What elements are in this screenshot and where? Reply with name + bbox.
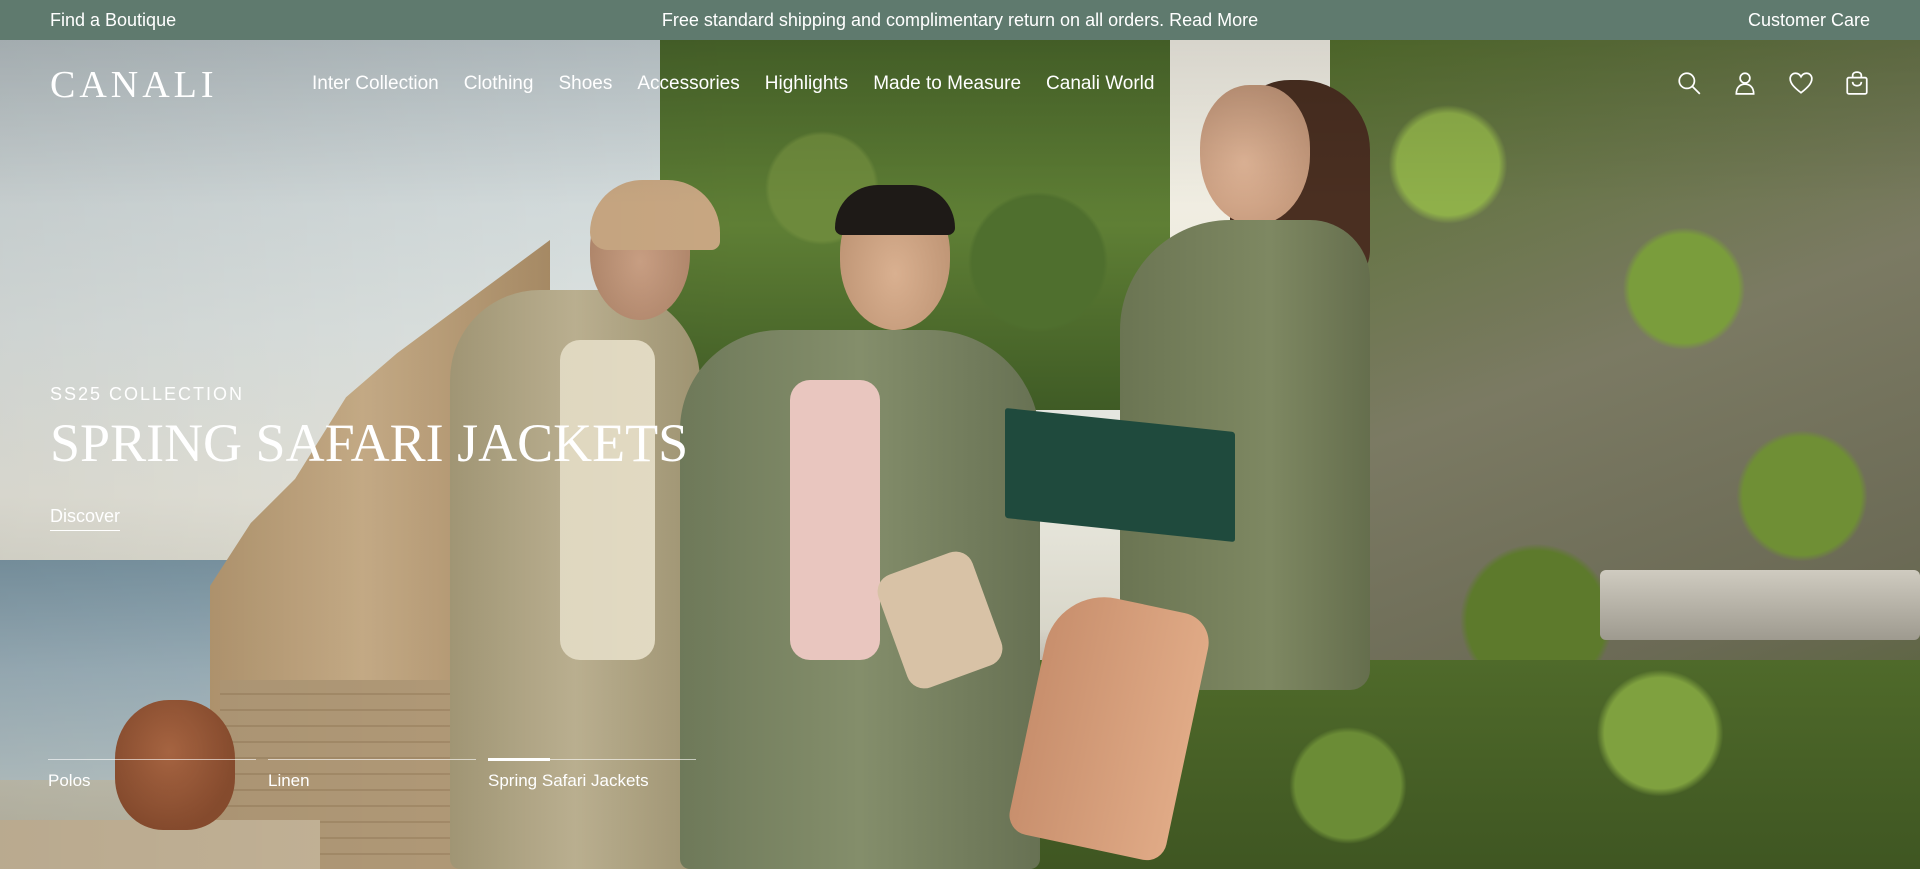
slide-tab-polos[interactable]: Polos (48, 759, 256, 791)
slide-tab-label: Spring Safari Jackets (488, 771, 649, 790)
nav-shoes[interactable]: Shoes (558, 73, 612, 95)
brand-logo[interactable]: CANALI (50, 66, 218, 104)
account-icon[interactable] (1732, 70, 1758, 96)
nav-inter-collection[interactable]: Inter Collection (312, 73, 439, 95)
nav-clothing[interactable]: Clothing (464, 73, 534, 95)
nav-highlights[interactable]: Highlights (765, 73, 848, 95)
slide-tab-linen[interactable]: Linen (268, 759, 476, 791)
slide-tab-label: Polos (48, 771, 91, 790)
hero-headline: SPRING SAFARI JACKETS (50, 413, 689, 473)
hero-slide-tabs: Polos Linen Spring Safari Jackets (48, 758, 696, 791)
customer-care-link[interactable]: Customer Care (1748, 10, 1870, 31)
shopping-bag-icon[interactable] (1844, 70, 1870, 96)
collection-eyebrow: SS25 COLLECTION (50, 384, 245, 404)
header-icons (1676, 70, 1870, 96)
nav-accessories[interactable]: Accessories (637, 73, 739, 95)
nav-made-to-measure[interactable]: Made to Measure (873, 73, 1021, 95)
promo-bar: Find a Boutique Free standard shipping a… (0, 0, 1920, 40)
slide-tab-spring-safari-jackets[interactable]: Spring Safari Jackets (488, 758, 696, 791)
slide-progress-track (268, 759, 476, 760)
slide-tab-label: Linen (268, 771, 310, 790)
slide-progress-fill (488, 758, 551, 761)
nav-canali-world[interactable]: Canali World (1046, 73, 1154, 95)
discover-link[interactable]: Discover (50, 506, 121, 531)
search-icon[interactable] (1676, 70, 1702, 96)
main-nav: Inter Collection Clothing Shoes Accessor… (312, 73, 1154, 95)
wishlist-heart-icon[interactable] (1788, 70, 1814, 96)
slide-progress-track (48, 759, 256, 760)
shipping-promo-text[interactable]: Free standard shipping and complimentary… (0, 10, 1920, 31)
